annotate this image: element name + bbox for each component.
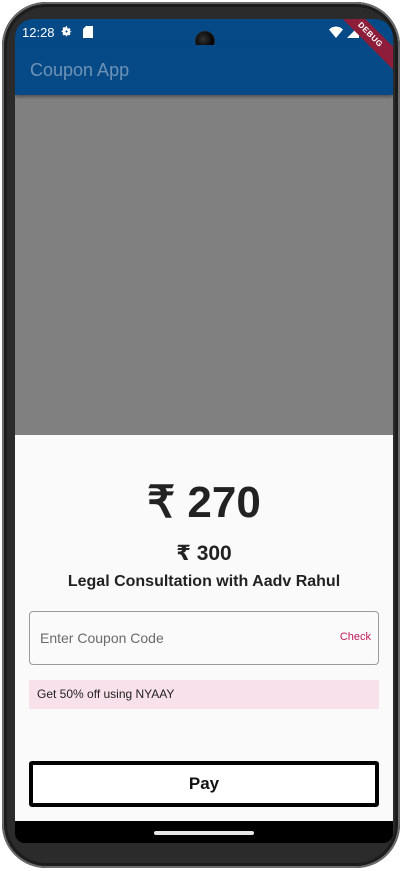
coupon-field: Check (29, 611, 379, 665)
coupon-bottom-sheet: ₹ 270 ₹ 300 Legal Consultation with Aadv… (15, 435, 393, 821)
screen: 12:28 DEBUG Coupon App ₹ 270 ₹ 300 Legal… (15, 19, 393, 843)
sd-card-icon (83, 26, 93, 38)
app-bar: Coupon App (15, 45, 393, 95)
app-title: Coupon App (30, 60, 130, 80)
check-button[interactable]: Check (340, 631, 371, 643)
original-price: ₹ 300 (176, 542, 232, 565)
pay-button[interactable]: Pay (29, 761, 379, 807)
status-time: 12:28 (22, 25, 55, 40)
home-indicator[interactable] (154, 831, 254, 835)
coupon-input[interactable] (40, 612, 320, 664)
final-price: ₹ 270 (147, 478, 261, 527)
offer-hint: Get 50% off using NYAAY (29, 680, 379, 709)
gear-icon (61, 26, 72, 37)
navigation-bar (15, 821, 393, 843)
status-bar: 12:28 (15, 19, 393, 51)
wifi-icon (329, 26, 343, 38)
phone-frame: 12:28 DEBUG Coupon App ₹ 270 ₹ 300 Legal… (2, 2, 400, 868)
modal-scrim[interactable] (15, 95, 393, 435)
product-title: Legal Consultation with Aadv Rahul (67, 573, 341, 590)
